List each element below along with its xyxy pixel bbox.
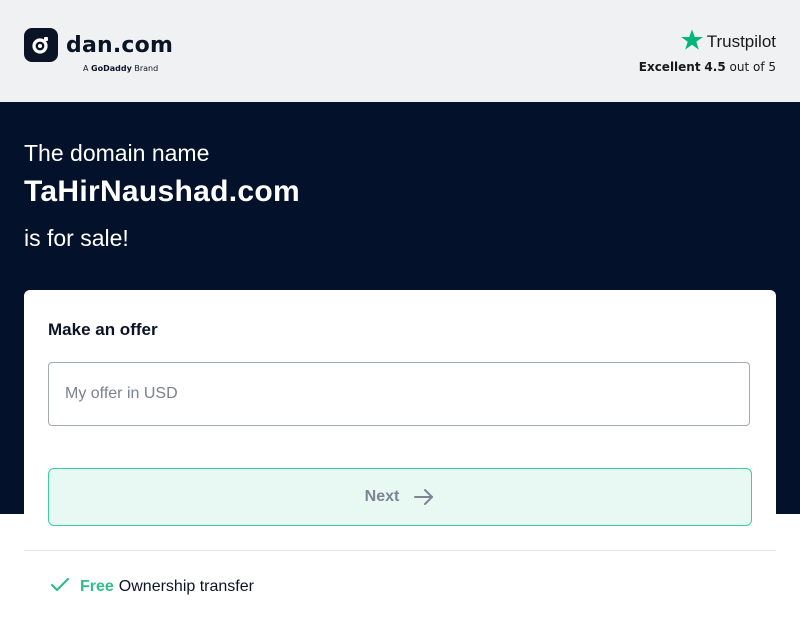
- feature-highlight: Free: [80, 578, 114, 595]
- godaddy-brand-tagline: A GoDaddy Brand: [83, 64, 159, 73]
- domain-name: TaHirNaushad.com: [24, 175, 300, 208]
- site-header: dan.com A GoDaddy Brand Trustpilot Excel…: [0, 0, 800, 102]
- hero-for-sale: is for sale!: [24, 225, 129, 251]
- trustpilot-widget[interactable]: Trustpilot Excellent 4.5 out of 5: [639, 28, 776, 74]
- dan-logo[interactable]: dan.com: [24, 28, 173, 62]
- dan-logo-icon: [24, 28, 58, 62]
- card-divider: [24, 550, 776, 551]
- trustpilot-name: Trustpilot: [706, 32, 776, 51]
- hero-intro: The domain name: [24, 140, 210, 166]
- next-button-label: Next: [364, 488, 400, 505]
- feature-item: Free Ownership transfer: [50, 577, 254, 597]
- offer-amount-input[interactable]: [48, 362, 750, 426]
- trustpilot-star-icon: [680, 28, 704, 56]
- feature-text: Ownership transfer: [118, 578, 254, 595]
- offer-card: Make an offer Next Free Ownership transf…: [24, 290, 776, 620]
- logo-text: dan.com: [66, 32, 174, 58]
- trustpilot-rating: Excellent 4.5 out of 5: [638, 60, 776, 74]
- checkmark-icon: [50, 577, 70, 597]
- next-button[interactable]: Next: [48, 468, 752, 526]
- arrow-right-icon: [413, 488, 435, 506]
- offer-title: Make an offer: [48, 320, 158, 339]
